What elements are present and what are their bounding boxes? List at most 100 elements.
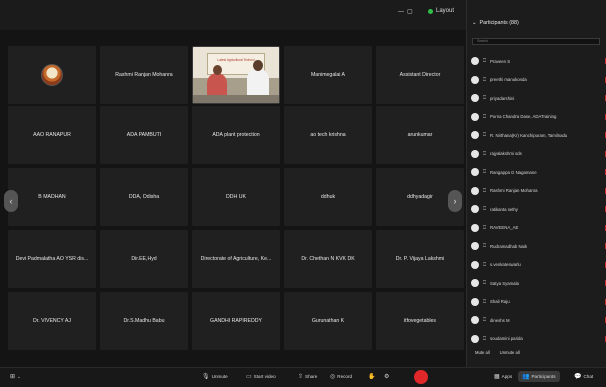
participant-tile[interactable]: DDA, Odisha (100, 168, 188, 226)
start-video-label: Start video (253, 374, 276, 379)
participant-search-input[interactable]: Search (472, 38, 600, 45)
participant-avatar (471, 316, 479, 325)
participant-tile[interactable]: itfovegetables (376, 292, 464, 350)
chevron-down-icon[interactable]: ⌄ (472, 20, 477, 26)
participant-name: preethi manukonda (490, 77, 527, 83)
unmute-all-button[interactable]: Unmute all (500, 350, 520, 355)
participant-row[interactable]: ⎕ dineshs M (471, 311, 606, 330)
participant-name: soudamini parida (490, 336, 523, 342)
reactions-button[interactable]: ✋ (368, 373, 375, 380)
microphone-muted-icon: 🎙 (202, 374, 210, 380)
participant-row[interactable]: ⎕ RAVEENA_AE (471, 219, 606, 238)
device-icon: ⎕ (483, 187, 487, 194)
participant-tile[interactable]: arunkumar (376, 106, 464, 164)
participant-tile[interactable]: Gurunathan K (284, 292, 372, 350)
layout-status-dot (428, 8, 433, 14)
record-label: Record (337, 374, 353, 379)
chat-label: Chat (583, 374, 594, 379)
participant-tile[interactable]: Dr. P. Vijaya Lakshmi (376, 230, 464, 288)
participant-tile[interactable] (8, 46, 96, 104)
next-page-arrow[interactable]: › (448, 190, 462, 212)
participant-tile[interactable]: Rashmi Ranjan Mohanra (100, 46, 188, 104)
participant-tile[interactable]: Devi Padmalatha AO YSR dis... (8, 230, 96, 288)
hand-icon: ✋ (368, 374, 376, 380)
shield-icon: ▢ (407, 9, 413, 15)
participant-row[interactable]: ⎕ Satya Syamala (471, 274, 606, 293)
table-edge (193, 95, 279, 103)
end-call-button[interactable] (414, 370, 428, 384)
device-icon: ⎕ (483, 261, 487, 268)
participant-row[interactable]: ⎕ s.venkateswarlu (471, 256, 606, 275)
participant-tile[interactable]: AAO RANAPUR (8, 106, 96, 164)
participant-row[interactable]: ⎕ Rashmi Ranjan Mohanra (471, 182, 606, 201)
chat-icon: 💬 (574, 374, 582, 380)
participant-name: Rashmi Ranjan Mohanra (490, 188, 538, 194)
participant-tile[interactable]: Latest Agricultural Technol (192, 46, 280, 104)
participant-tile[interactable]: GANDHI RAPIREDDY (192, 292, 280, 350)
more-options-button[interactable]: ⊞ ⌄ (10, 373, 21, 381)
participant-tile[interactable]: DDH UK (192, 168, 280, 226)
apps-button[interactable]: ▦ Apps (494, 373, 512, 380)
participant-avatar (471, 112, 479, 121)
participant-tile[interactable]: Assistant Director (376, 46, 464, 104)
device-icon: ⎕ (483, 169, 487, 176)
meeting-toolbar: ⊞ ⌄ 🎙 Unmute ▭ Start video ⇧ Share ◎ Record ✋… (0, 367, 606, 387)
participant-tile-name: DDH UK (226, 194, 246, 200)
participants-panel: ⌄ Participants (88) Search ⎕ Praveen S ⎕ pr… (466, 0, 606, 367)
participant-name: Rudramadhab Naik (490, 243, 528, 249)
record-button[interactable]: ◎ Record (330, 373, 352, 380)
participant-tile[interactable]: ADA PAMBUTI (100, 106, 188, 164)
participant-tile[interactable]: Directorate of Agriculture, Ke... (192, 230, 280, 288)
unmute-button[interactable]: 🎙 Unmute (202, 373, 228, 380)
participant-row[interactable]: ⎕ R. Nirthana(Kr) Kanchipuram, Tamilnadu (471, 126, 606, 145)
participant-tile[interactable]: Dr. Chethan N KVK DK (284, 230, 372, 288)
share-button[interactable]: ⇧ Share (298, 373, 317, 380)
participant-tile-name: Manimegalai A (310, 72, 346, 78)
participant-row[interactable]: ⎕ Shali Raju (471, 293, 606, 312)
participant-name: RAVEENA_AE (490, 225, 519, 231)
people-icon: 👥 (522, 374, 530, 380)
participant-tile[interactable]: ao tech krishna (284, 106, 372, 164)
window-controls[interactable]: — ▢ (398, 8, 413, 16)
participants-header[interactable]: ⌄ Participants (88) (472, 20, 519, 26)
device-icon: ⎕ (483, 206, 487, 213)
participant-avatar (471, 168, 479, 177)
participant-row[interactable]: ⎕ Rangappa G Nagamane (471, 163, 606, 182)
participant-row[interactable]: ⎕ Purna Chandra Dase, ADATraining (471, 108, 606, 127)
device-icon: ⎕ (483, 335, 487, 342)
layout-button[interactable]: Layout (428, 8, 454, 14)
device-icon: ⎕ (483, 58, 487, 65)
participant-avatar (471, 57, 479, 66)
participant-row[interactable]: ⎕ preethi manukonda (471, 71, 606, 90)
meeting-window: — ▢ Layout Rashmi Ranjan Mohanra Latest A… (0, 0, 606, 387)
participant-row[interactable]: ⎕ priyadarshini (471, 89, 606, 108)
participant-row[interactable]: ⎕ soudamini parida (471, 330, 606, 349)
device-icon: ⎕ (483, 243, 487, 250)
previous-page-arrow[interactable]: ‹ (4, 190, 18, 212)
participant-name: R. Nirthana(Kr) Kanchipuram, Tamilnadu (490, 132, 568, 138)
device-icon: ⎕ (483, 95, 487, 102)
participant-row[interactable]: ⎕ rajyalakshmi sds (471, 145, 606, 164)
participant-tile[interactable]: ddhuk (284, 168, 372, 226)
minimize-icon[interactable]: — (398, 9, 404, 15)
participant-tile-name: ao tech krishna (310, 132, 346, 138)
participant-tile-name: Dr. Chethan N KVK DK (301, 256, 355, 262)
mute-all-button[interactable]: Mute all (475, 350, 490, 355)
participant-tile[interactable]: Dr. VIVENCY AJ (8, 292, 96, 350)
participant-tile[interactable]: Dir.EE,Hyd (100, 230, 188, 288)
participant-tile[interactable]: ADA plant protection (192, 106, 280, 164)
participants-button[interactable]: 👥 Participants (518, 371, 560, 382)
participant-tile[interactable]: Dr.S.Madhu Babu (100, 292, 188, 350)
camera-off-icon: ▭ (246, 374, 252, 380)
participant-row[interactable]: ⎕ ratikanta sethy (471, 200, 606, 219)
panel-footer: Mute all Unmute all (475, 350, 520, 355)
participant-row[interactable]: ⎕ Rudramadhab Naik (471, 237, 606, 256)
participant-tile[interactable]: Manimegalai A (284, 46, 372, 104)
device-icon: ⎕ (483, 298, 487, 305)
settings-button[interactable]: ⚙ (384, 373, 389, 380)
chat-button[interactable]: 💬 Chat (574, 373, 593, 380)
start-video-button[interactable]: ▭ Start video (246, 373, 276, 380)
participant-row[interactable]: ⎕ Praveen S (471, 52, 606, 71)
participants-label: Participants (531, 374, 556, 379)
participant-tile[interactable]: B MADHAN (8, 168, 96, 226)
